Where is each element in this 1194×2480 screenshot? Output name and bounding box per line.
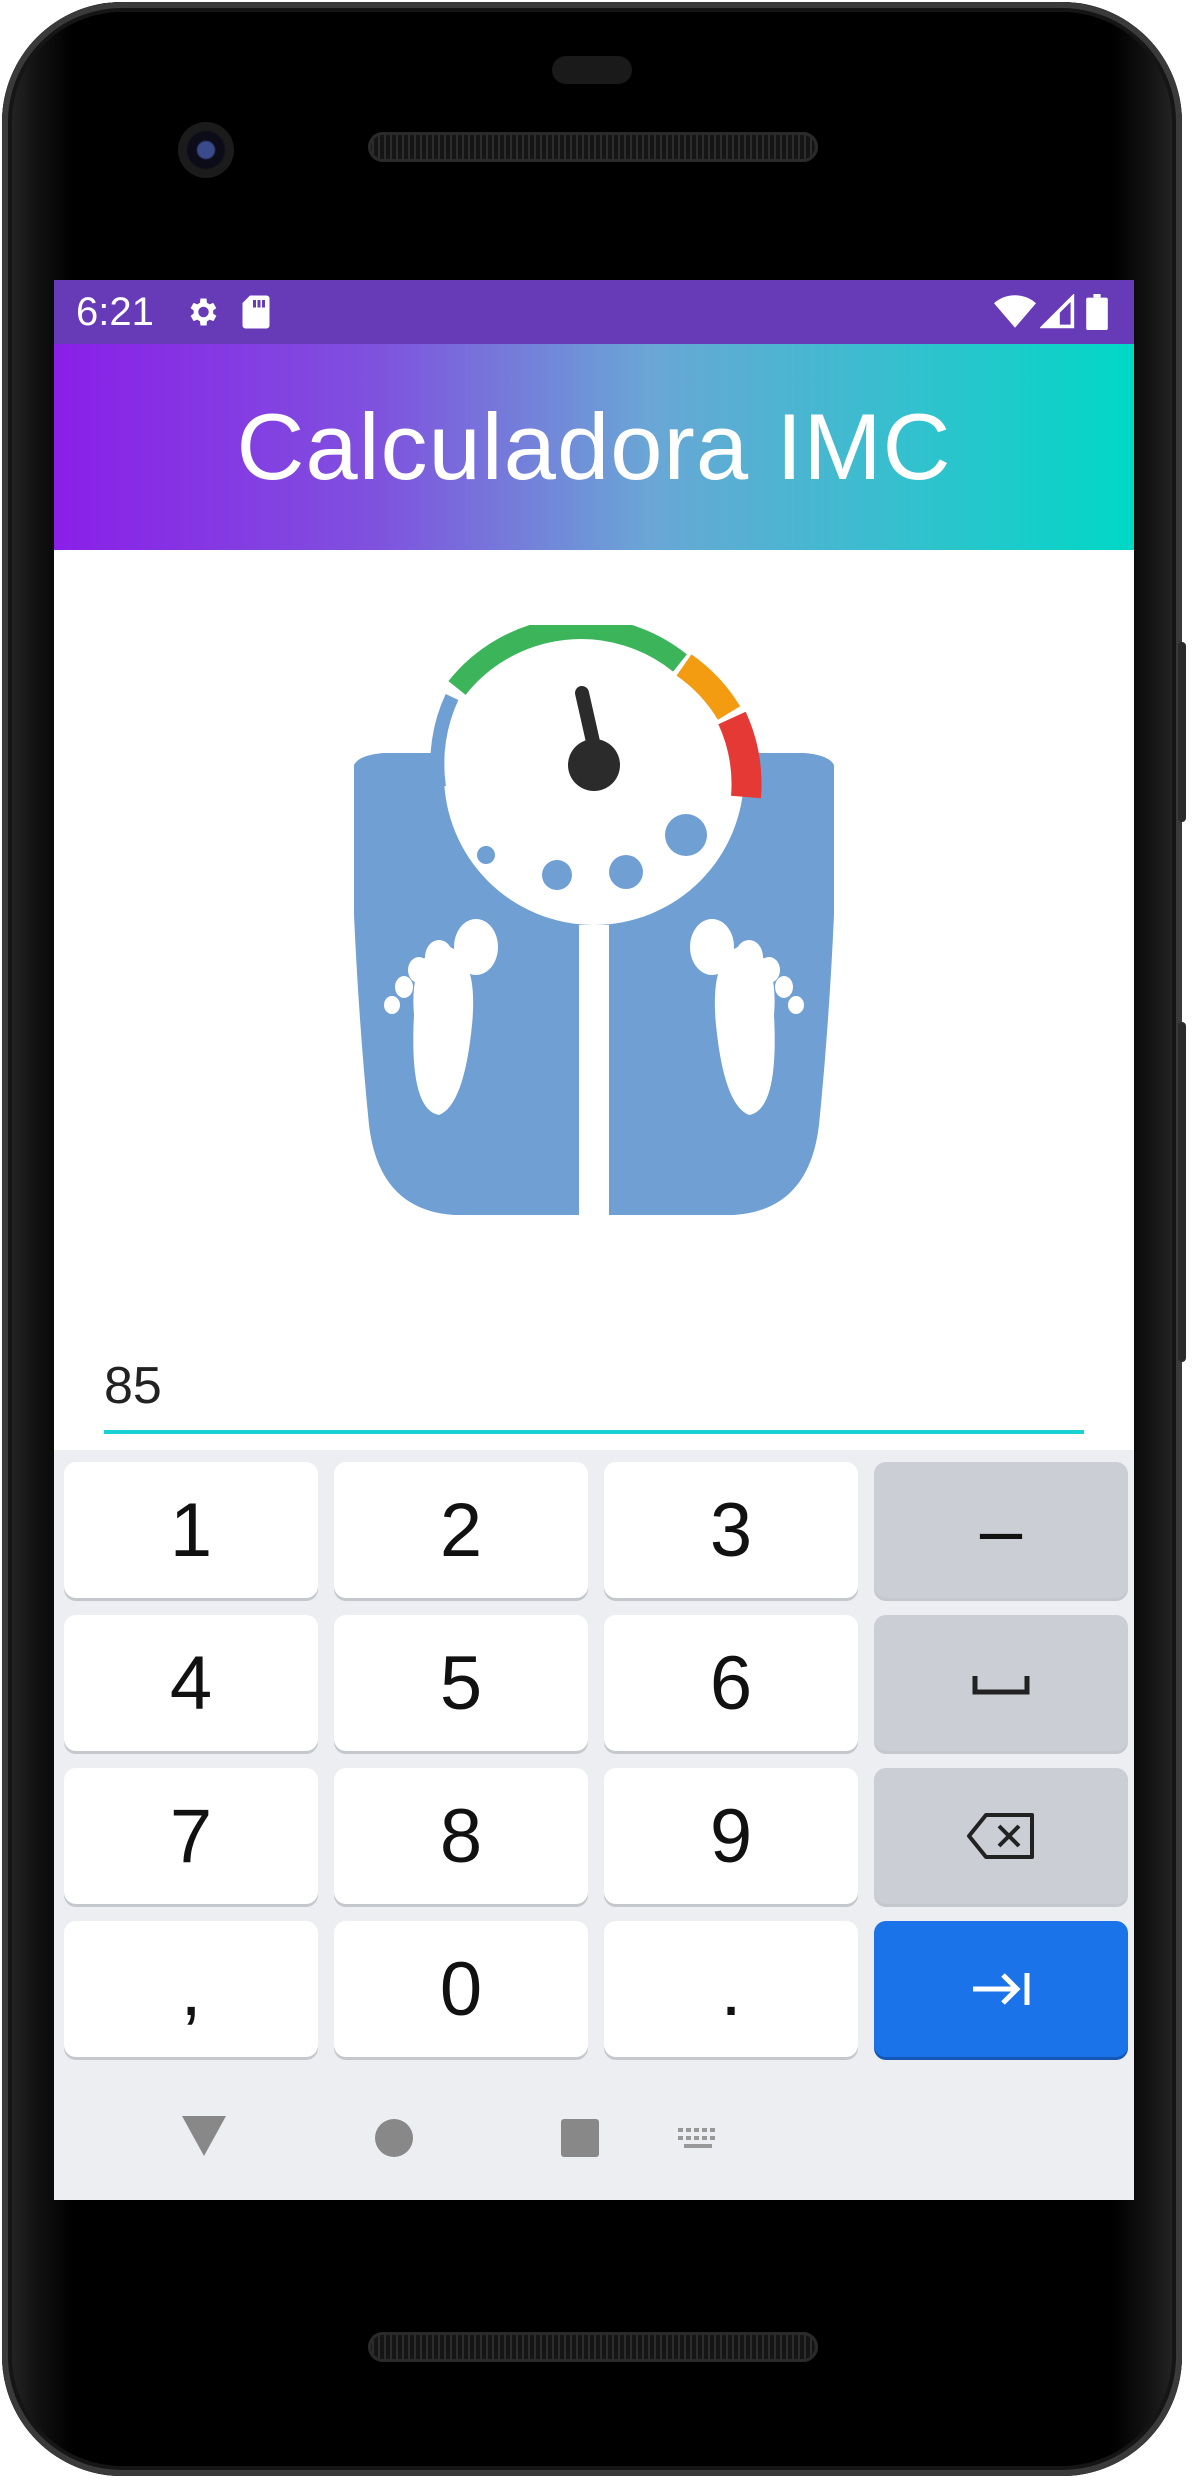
status-time: 6:21 bbox=[76, 289, 154, 334]
key-2[interactable]: 2 bbox=[334, 1462, 588, 1598]
key-7[interactable]: 7 bbox=[64, 1768, 318, 1904]
key-comma[interactable]: , bbox=[64, 1921, 318, 2057]
weight-input-value: 85 bbox=[104, 1357, 162, 1415]
home-icon[interactable] bbox=[374, 2118, 414, 2158]
battery-icon bbox=[1086, 294, 1108, 330]
key-5[interactable]: 5 bbox=[334, 1615, 588, 1751]
phone-frame: 6:21 Calculadora IMC 85 1 2 3 – 4 5 6 7 … bbox=[2, 2, 1186, 2476]
space-icon bbox=[972, 1676, 1030, 1695]
keyboard-switch-icon[interactable] bbox=[676, 2124, 720, 2154]
navigation-bar bbox=[54, 2074, 1134, 2200]
numeric-keyboard: 1 2 3 – 4 5 6 7 8 9 , 0 . bbox=[54, 1450, 1134, 2074]
sd-card-icon bbox=[240, 294, 272, 330]
top-speaker bbox=[368, 132, 818, 162]
key-0[interactable]: 0 bbox=[334, 1921, 588, 2057]
space-key[interactable] bbox=[874, 1615, 1128, 1751]
key-period[interactable]: . bbox=[604, 1921, 858, 2057]
key-3[interactable]: 3 bbox=[604, 1462, 858, 1598]
next-key[interactable] bbox=[874, 1921, 1128, 2057]
bathroom-scale-icon bbox=[324, 617, 864, 1235]
settings-icon bbox=[184, 294, 220, 330]
status-bar: 6:21 bbox=[54, 280, 1134, 344]
top-sensor bbox=[552, 56, 632, 84]
key-1[interactable]: 1 bbox=[64, 1462, 318, 1598]
wifi-icon bbox=[994, 294, 1036, 330]
front-camera bbox=[178, 122, 234, 178]
app-bar: Calculadora IMC bbox=[54, 344, 1134, 550]
key-9[interactable]: 9 bbox=[604, 1768, 858, 1904]
backspace-icon bbox=[967, 1813, 1034, 1859]
recents-icon[interactable] bbox=[560, 2118, 600, 2158]
key-8[interactable]: 8 bbox=[334, 1768, 588, 1904]
key-minus[interactable]: – bbox=[874, 1462, 1128, 1598]
tab-next-icon bbox=[973, 1973, 1030, 2005]
signal-icon bbox=[1040, 294, 1076, 330]
volume-button bbox=[1178, 1022, 1186, 1362]
back-icon[interactable] bbox=[180, 2114, 228, 2158]
screen: 6:21 Calculadora IMC 85 1 2 3 – 4 5 6 7 … bbox=[54, 280, 1134, 2200]
power-button bbox=[1178, 642, 1186, 822]
key-6[interactable]: 6 bbox=[604, 1615, 858, 1751]
backspace-key[interactable] bbox=[874, 1768, 1128, 1904]
weight-input[interactable]: 85 bbox=[104, 1340, 1084, 1434]
bottom-speaker bbox=[368, 2332, 818, 2362]
key-4[interactable]: 4 bbox=[64, 1615, 318, 1751]
app-title: Calculadora IMC bbox=[236, 394, 952, 499]
